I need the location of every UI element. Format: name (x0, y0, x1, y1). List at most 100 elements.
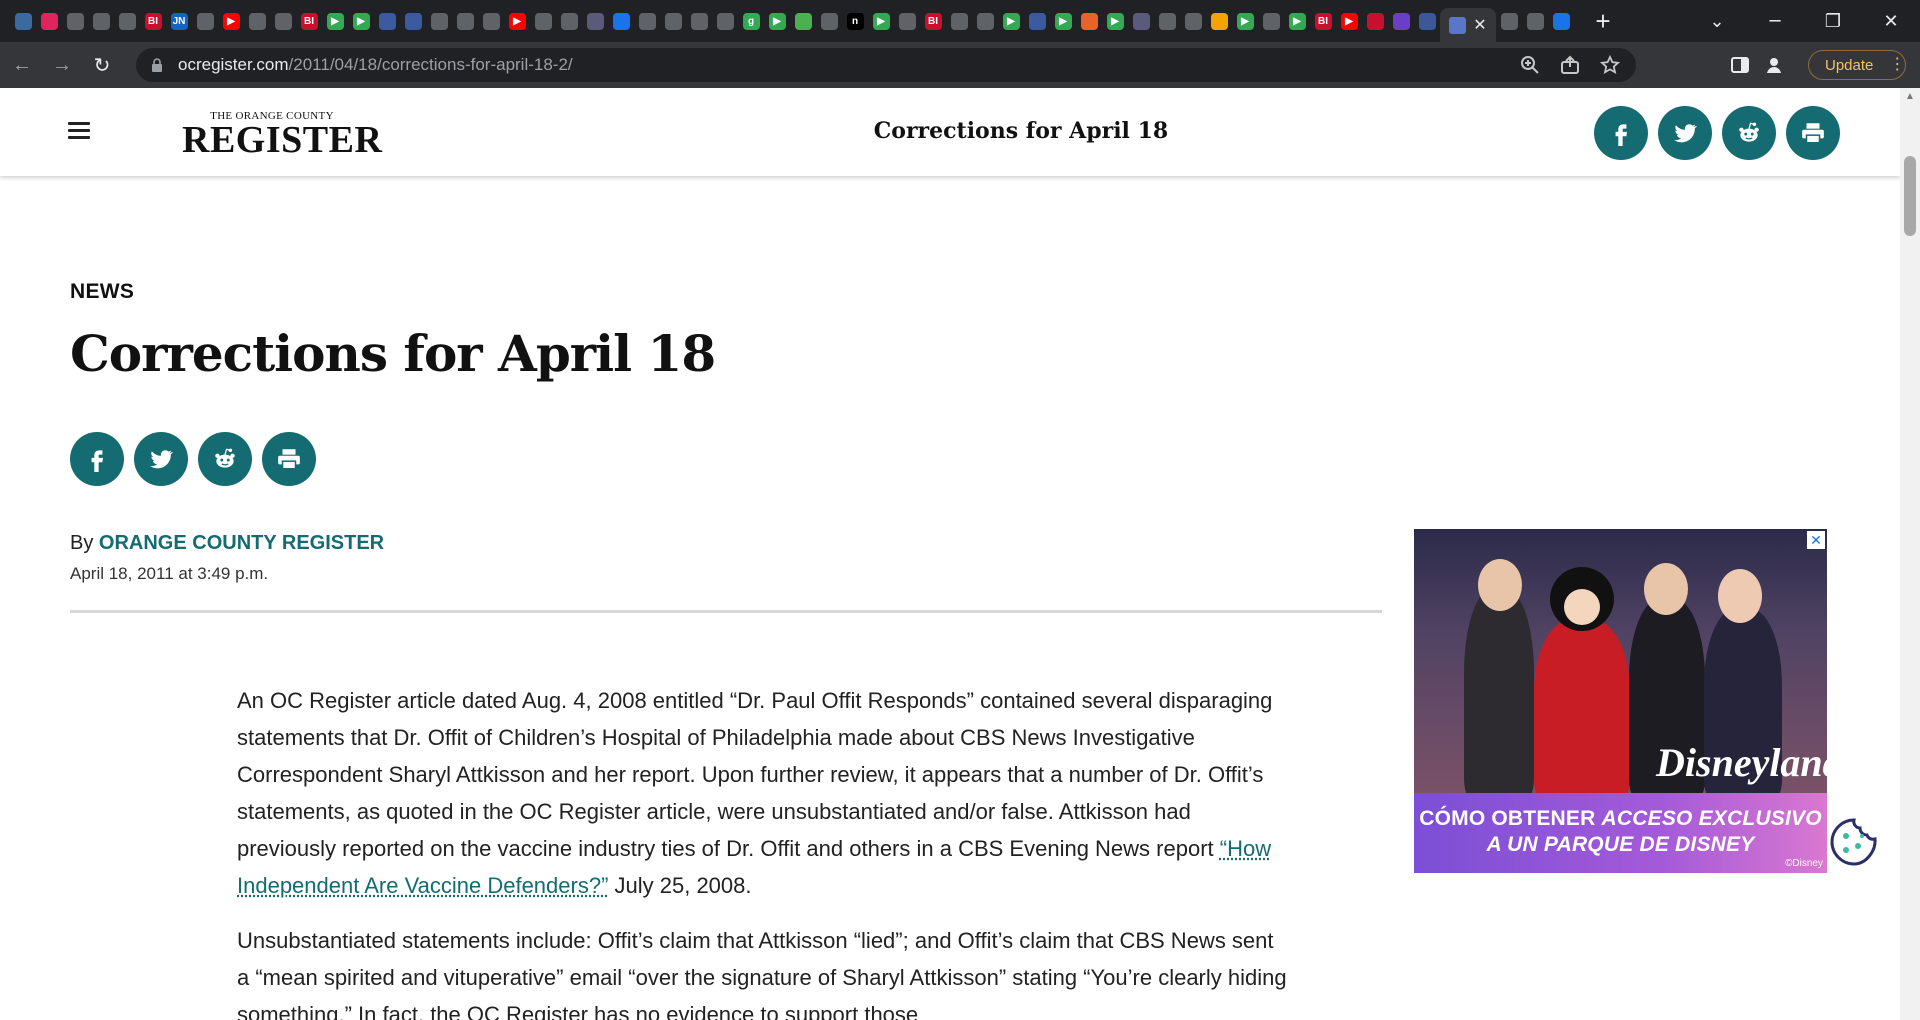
byline: By Orange County Register (70, 532, 384, 555)
tab[interactable] (10, 0, 36, 42)
tab[interactable]: BI (1310, 0, 1336, 42)
tab[interactable] (660, 0, 686, 42)
tab[interactable] (582, 0, 608, 42)
tab[interactable]: ▶ (322, 0, 348, 42)
tab[interactable] (192, 0, 218, 42)
tab[interactable] (1496, 0, 1522, 42)
reddit-share-button[interactable] (1722, 106, 1776, 160)
tab[interactable] (1548, 0, 1574, 42)
tab[interactable] (244, 0, 270, 42)
tab[interactable]: ▶ (1232, 0, 1258, 42)
tab[interactable]: ▶ (764, 0, 790, 42)
ad-close-button[interactable]: ✕ (1807, 531, 1825, 549)
side-panel-icon[interactable] (1730, 55, 1750, 75)
lock-icon (152, 58, 162, 72)
tab[interactable]: ▶ (348, 0, 374, 42)
tab[interactable] (452, 0, 478, 42)
tab[interactable] (88, 0, 114, 42)
tab[interactable]: ▶ (504, 0, 530, 42)
tab[interactable] (1206, 0, 1232, 42)
minimize-button[interactable]: ─ (1746, 11, 1804, 32)
tab[interactable]: ▶ (868, 0, 894, 42)
close-tab-icon[interactable]: ✕ (1473, 15, 1486, 35)
author-link[interactable]: Orange County Register (99, 532, 384, 554)
tab-favicon (612, 12, 630, 30)
scrollbar-thumb[interactable] (1904, 156, 1916, 236)
tab[interactable] (1180, 0, 1206, 42)
ad-mickey (1534, 619, 1630, 799)
advertisement[interactable]: Disneyland CÓMO OBTENER ACCESO EXCLUSIVO… (1414, 529, 1827, 873)
tab[interactable] (712, 0, 738, 42)
tab[interactable]: g (738, 0, 764, 42)
share-icon[interactable] (1560, 55, 1580, 75)
tab[interactable] (816, 0, 842, 42)
tab[interactable] (894, 0, 920, 42)
tab[interactable] (946, 0, 972, 42)
tab[interactable]: ▶ (1284, 0, 1310, 42)
tab[interactable] (400, 0, 426, 42)
tab[interactable]: JN (166, 0, 192, 42)
tab[interactable] (530, 0, 556, 42)
twitter-icon (150, 450, 174, 469)
cookie-settings-icon[interactable] (1828, 816, 1880, 868)
tab[interactable] (1414, 0, 1440, 42)
tab[interactable] (478, 0, 504, 42)
tab[interactable] (556, 0, 582, 42)
facebook-share-button[interactable] (70, 432, 124, 486)
back-button[interactable]: ← (4, 47, 40, 83)
tab[interactable] (36, 0, 62, 42)
tab-search-icon[interactable]: ⌄ (1688, 11, 1746, 32)
tab-favicon (1392, 12, 1410, 30)
tab[interactable] (1024, 0, 1050, 42)
tab[interactable]: ▶ (998, 0, 1024, 42)
tab[interactable] (790, 0, 816, 42)
tab[interactable]: ▶ (1102, 0, 1128, 42)
tab[interactable]: n (842, 0, 868, 42)
tab[interactable] (608, 0, 634, 42)
tab[interactable] (62, 0, 88, 42)
address-bar[interactable]: ocregister.com/2011/04/18/corrections-fo… (136, 48, 1636, 82)
scroll-up-arrow[interactable]: ▲ (1900, 88, 1920, 106)
tab[interactable] (1362, 0, 1388, 42)
tab[interactable] (972, 0, 998, 42)
twitter-share-button[interactable] (1658, 106, 1712, 160)
tab[interactable] (686, 0, 712, 42)
tab[interactable] (1076, 0, 1102, 42)
bookmark-star-icon[interactable] (1600, 55, 1620, 75)
section-label[interactable]: NEWS (70, 280, 134, 304)
tab[interactable] (374, 0, 400, 42)
reload-button[interactable]: ↻ (84, 47, 120, 83)
tab[interactable]: BI (296, 0, 322, 42)
tab[interactable] (270, 0, 296, 42)
active-tab[interactable]: ✕ (1440, 8, 1496, 42)
tab[interactable] (1154, 0, 1180, 42)
zoom-icon[interactable] (1520, 55, 1540, 75)
site-header: THE ORANGE COUNTY REGISTER Corrections f… (0, 88, 1900, 176)
tab[interactable] (1258, 0, 1284, 42)
print-button[interactable] (1786, 106, 1840, 160)
tab[interactable]: ▶ (1050, 0, 1076, 42)
close-window-button[interactable]: ✕ (1862, 11, 1920, 32)
new-tab-button[interactable]: + (1588, 6, 1618, 37)
maximize-button[interactable]: ❐ (1804, 11, 1862, 32)
tab[interactable] (1522, 0, 1548, 42)
forward-button[interactable]: → (44, 47, 80, 83)
page-scrollbar[interactable]: ▲ (1900, 88, 1920, 1020)
url-text[interactable]: ocregister.com/2011/04/18/corrections-fo… (178, 55, 573, 75)
print-button[interactable] (262, 432, 316, 486)
reddit-share-button[interactable] (198, 432, 252, 486)
facebook-share-button[interactable] (1594, 106, 1648, 160)
tab[interactable]: BI (920, 0, 946, 42)
tab-favicon (664, 12, 682, 30)
tab[interactable] (426, 0, 452, 42)
tab[interactable]: ▶ (1336, 0, 1362, 42)
tab[interactable]: ▶ (218, 0, 244, 42)
twitter-share-button[interactable] (134, 432, 188, 486)
tab[interactable] (634, 0, 660, 42)
tab[interactable] (1128, 0, 1154, 42)
profile-icon[interactable] (1764, 55, 1784, 75)
tab[interactable]: BI (140, 0, 166, 42)
tab[interactable] (114, 0, 140, 42)
tab[interactable] (1388, 0, 1414, 42)
update-button[interactable]: Update ⋮ (1808, 50, 1906, 80)
